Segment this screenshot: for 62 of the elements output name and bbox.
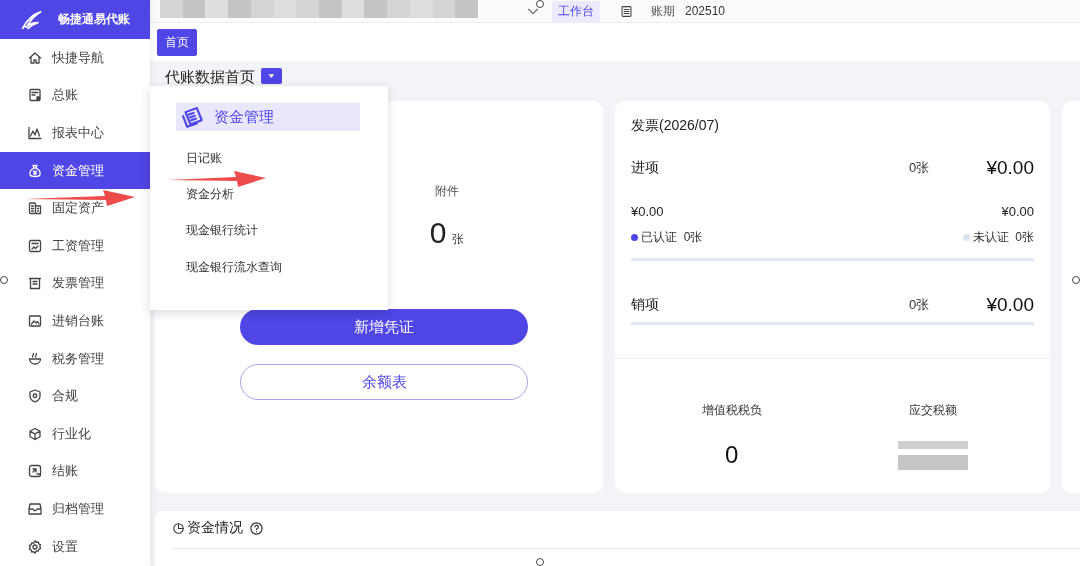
period-value: 202510 <box>685 4 726 18</box>
cube-icon <box>27 425 43 442</box>
bowl-icon <box>27 350 43 367</box>
money-bag-icon <box>27 162 43 179</box>
sidebar-item[interactable]: 设置 <box>0 527 150 566</box>
sidebar-item[interactable]: 资金管理 <box>0 151 150 190</box>
attachment-count: 0 <box>429 216 447 250</box>
building-icon <box>27 200 43 217</box>
line-chart-icon <box>27 125 43 141</box>
menu-item[interactable]: 资金分析 <box>186 176 388 213</box>
input-invoice-amount: ¥0.00 <box>985 157 1034 179</box>
document-icon <box>620 4 633 18</box>
pie-chart-icon <box>172 521 185 535</box>
section-title: 资金情况 <box>187 519 243 537</box>
resize-handle <box>1072 276 1080 284</box>
sidebar-item[interactable]: 固定资产 <box>0 189 150 227</box>
image-icon <box>27 312 43 329</box>
output-invoice-count: 0张 <box>909 296 931 314</box>
sidebar-item[interactable]: 快捷导航 <box>0 39 150 77</box>
sidebar-item[interactable]: 工资管理 <box>0 226 150 265</box>
sidebar-item[interactable]: 税务管理 <box>0 339 150 378</box>
redacted-block <box>898 441 969 470</box>
sidebar-item[interactable]: 结账 <box>0 452 150 491</box>
dropdown-button[interactable] <box>261 68 282 84</box>
help-icon <box>249 520 264 536</box>
unit-label: 张 <box>452 231 465 248</box>
sidebar-item[interactable]: 行业化 <box>0 414 150 453</box>
sidebar-item[interactable]: 总账 <box>0 76 150 115</box>
archive-icon <box>27 500 43 517</box>
caret-icon <box>267 73 276 79</box>
menu-item[interactable]: 现金银行统计 <box>186 212 388 249</box>
legend-label: 未认证 0张 <box>972 229 1034 246</box>
settings-icon <box>27 538 43 555</box>
menu-title: 资金管理 <box>214 107 274 127</box>
sidebar-item[interactable]: 进销台账 <box>0 302 150 340</box>
legend-label: 已认证 0张 <box>641 229 703 246</box>
sidebar-item[interactable]: 归档管理 <box>0 490 150 528</box>
card-title: 发票(2026/07) <box>631 117 720 135</box>
shield-icon <box>27 388 43 405</box>
menu-item[interactable]: 现金银行流水查询 <box>186 248 388 286</box>
brand-name: 畅捷通易代账 <box>58 11 130 28</box>
add-voucher-button[interactable]: 新增凭证 <box>240 309 528 345</box>
output-invoice-label: 销项 <box>631 296 660 314</box>
input-invoice-count: 0张 <box>909 159 931 177</box>
attachment-label: 附件 <box>435 183 459 200</box>
stat-label: 增值税税负 <box>701 402 762 419</box>
uncertified-amount: ¥0.00 <box>1001 204 1034 219</box>
balance-sheet-button[interactable]: 余额表 <box>240 364 528 400</box>
page-tab[interactable]: 首页 <box>157 28 197 56</box>
sidebar-item[interactable]: 发票管理 <box>0 264 150 303</box>
sidebar-item[interactable]: 报表中心 <box>0 114 150 152</box>
certified-amount: ¥0.00 <box>631 204 664 219</box>
stat-label: 应交税额 <box>909 402 958 419</box>
output-invoice-amount: ¥0.00 <box>985 294 1034 316</box>
menu-item[interactable]: 日记账 <box>186 140 388 177</box>
page-title: 代账数据首页 <box>165 68 255 85</box>
input-invoice-label: 进项 <box>631 159 660 177</box>
stat-value: 0 <box>725 441 739 469</box>
sidebar-item[interactable]: 合规 <box>0 377 150 415</box>
chevron-down-icon <box>526 6 540 16</box>
period-label: 账期 <box>651 2 675 20</box>
workbench-tab[interactable]: 工作台 <box>552 0 600 22</box>
